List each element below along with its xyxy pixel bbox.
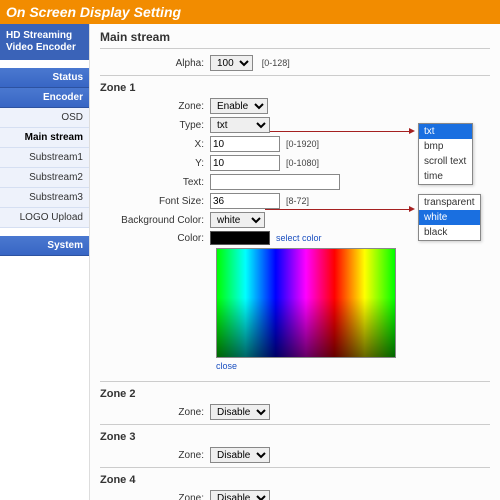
zone1-y-input[interactable] [210,155,280,171]
arrow-bg [265,209,410,210]
nav-substream2[interactable]: Substream2 [0,168,89,188]
zone1-zone-label: Zone: [100,101,210,112]
nav-encoder[interactable]: Encoder [0,88,89,108]
bg-option-white[interactable]: white [419,210,480,225]
zone1-text-input[interactable] [210,174,340,190]
select-color-link[interactable]: select color [276,233,322,243]
alpha-select[interactable]: 100 [210,55,253,71]
nav-substream3[interactable]: Substream3 [0,188,89,208]
zone3-zone-select[interactable]: Disable [210,447,270,463]
nav-mainstream[interactable]: Main stream [0,128,89,148]
brand: HD Streaming Video Encoder [0,24,89,60]
alpha-label: Alpha: [100,58,210,69]
zone1-type-label: Type: [100,120,210,131]
zone1-bg-select[interactable]: white [210,212,265,228]
zone1-bg-label: Background Color: [100,215,210,226]
type-option-bmp[interactable]: bmp [419,139,472,154]
page-header: On Screen Display Setting [0,0,500,24]
nav-substream1[interactable]: Substream1 [0,148,89,168]
zone1-fontsize-hint: [8-72] [286,196,309,206]
zone1-y-hint: [0-1080] [286,158,319,168]
zone1-color-label: Color: [100,233,210,244]
type-option-txt[interactable]: txt [419,124,472,139]
zone2-zone-select[interactable]: Disable [210,404,270,420]
nav-osd[interactable]: OSD [0,108,89,128]
zone1-fontsize-label: Font Size: [100,196,210,207]
zone1-title: Zone 1 [100,82,490,94]
container: HD Streaming Video Encoder Status Encode… [0,24,500,500]
arrow-type [270,131,410,132]
nav-logo-upload[interactable]: LOGO Upload [0,208,89,228]
color-palette[interactable] [216,248,396,358]
close-palette-link[interactable]: close [216,361,490,371]
zone1-text-label: Text: [100,177,210,188]
alpha-hint: [0-128] [262,58,290,68]
zone2-title: Zone 2 [100,388,490,400]
zone1-x-input[interactable] [210,136,280,152]
zone2-zone-label: Zone: [100,407,210,418]
zone1-x-hint: [0-1920] [286,139,319,149]
sidebar: HD Streaming Video Encoder Status Encode… [0,24,90,500]
zone4-title: Zone 4 [100,474,490,486]
zone1-type-select[interactable]: txt [210,117,270,133]
zone3-title: Zone 3 [100,431,490,443]
type-popup: txt bmp scroll text time [418,123,473,185]
zone1-zone-select[interactable]: Enable [210,98,268,114]
main-content: Main stream Alpha: 100 [0-128] Zone 1 Zo… [90,24,500,500]
page-title: Main stream [100,30,490,44]
type-option-scroll[interactable]: scroll text [419,154,472,169]
color-swatch[interactable] [210,231,270,245]
zone1-y-label: Y: [100,158,210,169]
zone3-zone-label: Zone: [100,450,210,461]
type-option-time[interactable]: time [419,169,472,184]
nav-system[interactable]: System [0,236,89,256]
zone1-x-label: X: [100,139,210,150]
bg-option-black[interactable]: black [419,225,480,240]
bg-option-transparent[interactable]: transparent [419,195,480,210]
zone4-zone-label: Zone: [100,493,210,500]
bg-popup: transparent white black [418,194,481,241]
zone4-zone-select[interactable]: Disable [210,490,270,500]
nav-status[interactable]: Status [0,68,89,88]
zone1-fontsize-input[interactable] [210,193,280,209]
